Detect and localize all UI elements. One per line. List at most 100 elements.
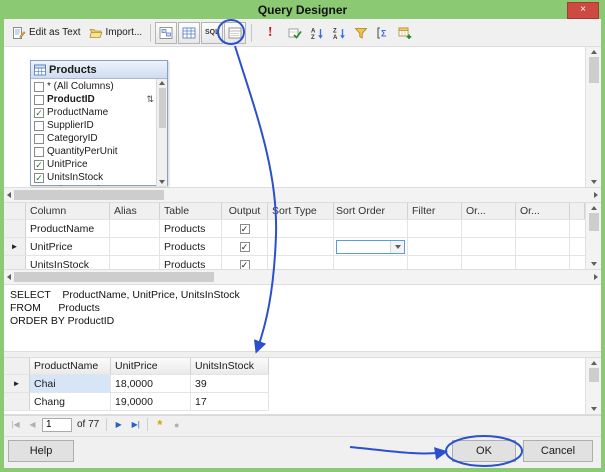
close-button[interactable]: × [567,2,599,19]
delete-row-button[interactable]: ● [169,417,184,432]
criteria-filter-cell[interactable] [408,256,462,269]
criteria-header-sorttype[interactable]: Sort Type [268,203,334,219]
position-input[interactable] [42,417,72,432]
results-header-unitprice[interactable]: UnitPrice [111,358,191,374]
criteria-output-cell[interactable]: ✓ [222,256,268,269]
output-checkbox[interactable]: ✓ [239,223,250,234]
criteria-header-filter[interactable]: Filter [408,203,462,219]
criteria-or-cell[interactable] [462,238,516,255]
criteria-header-sortorder[interactable]: Sort Order [334,203,408,219]
diagram-vscrollbar[interactable] [585,47,601,187]
criteria-hscrollbar[interactable] [4,270,601,284]
criteria-sorttype-cell[interactable] [268,256,334,269]
row-selector[interactable] [4,220,26,237]
row-selector[interactable]: ► [4,238,26,255]
criteria-column-cell[interactable]: UnitsInStock [26,256,110,269]
column-checkbox[interactable] [34,133,44,144]
column-item-unitprice[interactable]: ✓ UnitPrice [31,158,156,171]
output-checkbox[interactable]: ✓ [239,259,250,269]
criteria-header-output[interactable]: Output [222,203,268,219]
table-window-scrollbar[interactable] [156,79,167,186]
column-item-quantityperunit[interactable]: QuantityPerUnit [31,145,156,158]
column-item-productid[interactable]: ProductID ⇅ [31,93,156,106]
scrollbar-thumb[interactable] [14,272,214,282]
criteria-output-cell[interactable]: ✓ [222,220,268,237]
combobox-dropdown[interactable] [390,240,404,253]
criteria-table-cell[interactable]: Products [160,220,222,237]
results-cell-unitprice[interactable]: 19,0000 [111,393,191,410]
criteria-or-cell[interactable] [516,256,570,269]
results-cell-unitsinstock[interactable]: 17 [191,393,269,410]
import-button[interactable]: Import... [85,20,147,46]
column-item-supplierid[interactable]: SupplierID [31,119,156,132]
help-button[interactable]: Help [8,440,74,462]
execute-button[interactable]: ! [256,20,284,46]
criteria-alias-cell[interactable] [110,256,160,269]
add-table-button[interactable] [394,20,416,46]
sql-pane[interactable]: SELECT ProductName, UnitPrice, UnitsInSt… [4,284,601,352]
results-vscrollbar[interactable] [585,358,601,414]
column-checkbox[interactable] [34,120,44,131]
criteria-alias-cell[interactable] [110,238,160,255]
group-by-button[interactable]: Σ [372,20,394,46]
criteria-filter-cell[interactable] [408,238,462,255]
criteria-table-cell[interactable]: Products [160,256,222,269]
criteria-vscrollbar[interactable] [585,203,601,269]
products-table-window[interactable]: Products * (All Columns) ProductID ⇅ ✓ P… [30,60,168,186]
sort-descending-button[interactable]: ZA [328,20,350,46]
column-checkbox[interactable] [34,94,44,105]
scrollbar-thumb[interactable] [588,368,599,382]
criteria-sortorder-cell[interactable] [334,238,408,255]
results-cell-unitsinstock[interactable]: 39 [191,375,269,392]
show-diagram-pane-button[interactable] [155,21,178,44]
filter-button[interactable] [350,20,372,46]
criteria-header-column[interactable]: Column [26,203,110,219]
show-grid-pane-button[interactable] [178,21,201,44]
criteria-or-cell[interactable] [462,220,516,237]
column-checkbox[interactable] [34,185,44,186]
results-row[interactable]: ► Chai 18,0000 39 [4,375,269,393]
show-results-pane-button[interactable] [224,21,247,44]
sort-order-combobox[interactable] [336,239,405,254]
column-checkbox[interactable]: ✓ [34,159,44,170]
scrollbar-thumb[interactable] [588,57,599,83]
criteria-header-alias[interactable]: Alias [110,203,160,219]
title-bar[interactable]: Query Designer × [0,0,605,19]
results-header-productname[interactable]: ProductName [30,358,111,374]
criteria-output-cell[interactable]: ✓ [222,238,268,255]
criteria-row[interactable]: ProductName Products ✓ [4,220,585,238]
criteria-or-cell[interactable] [516,238,570,255]
results-cell-productname[interactable]: Chai [30,375,111,392]
criteria-header-table[interactable]: Table [160,203,222,219]
row-selector[interactable] [4,393,30,410]
sort-ascending-button[interactable]: AZ [306,20,328,46]
ok-button[interactable]: OK [452,440,516,462]
column-checkbox[interactable]: ✓ [34,172,44,183]
criteria-column-cell[interactable]: UnitPrice [26,238,110,255]
criteria-row-selected[interactable]: ► UnitPrice Products ✓ [4,238,585,256]
move-previous-button[interactable]: ◀ [25,417,40,432]
cancel-button[interactable]: Cancel [523,440,593,462]
criteria-header-or1[interactable]: Or... [462,203,516,219]
results-cell-productname[interactable]: Chang [30,393,111,410]
criteria-table-cell[interactable]: Products [160,238,222,255]
criteria-sortorder-cell[interactable] [334,256,408,269]
criteria-column-cell[interactable]: ProductName [26,220,110,237]
move-next-button[interactable]: ▶ [111,417,126,432]
add-new-row-button[interactable]: * [152,417,167,432]
move-last-button[interactable]: ▶| [128,417,143,432]
column-checkbox[interactable]: ✓ [34,107,44,118]
scrollbar-thumb[interactable] [588,213,599,231]
show-sql-pane-button[interactable]: SQL [201,21,224,44]
output-checkbox[interactable]: ✓ [239,241,250,252]
criteria-sorttype-cell[interactable] [268,220,334,237]
criteria-filter-cell[interactable] [408,220,462,237]
criteria-sorttype-cell[interactable] [268,238,334,255]
criteria-row[interactable]: UnitsInStock Products ✓ [4,256,585,269]
column-item-unitsinstock[interactable]: ✓ UnitsInStock [31,171,156,184]
column-item-unitsonorder[interactable]: UnitsOnOrder [31,184,156,186]
verify-sql-button[interactable] [284,20,306,46]
criteria-or-cell[interactable] [462,256,516,269]
products-table-header[interactable]: Products [31,61,167,79]
results-header-unitsinstock[interactable]: UnitsInStock [191,358,269,374]
